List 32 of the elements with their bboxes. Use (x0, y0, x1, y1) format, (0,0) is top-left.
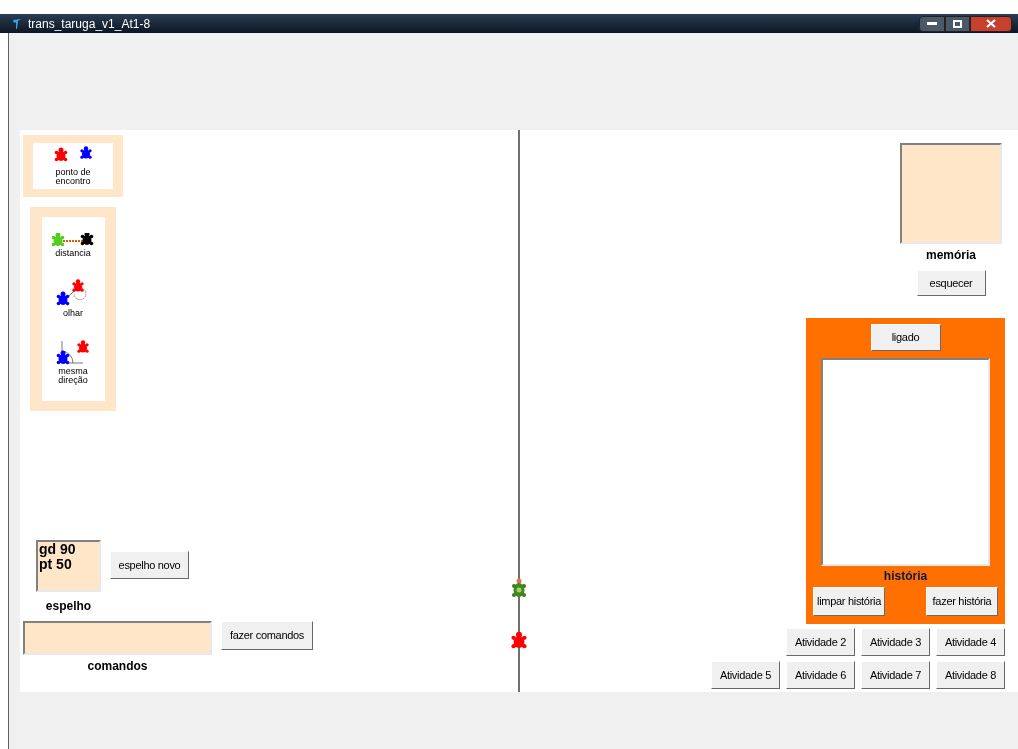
forget-button[interactable]: esquecer (916, 270, 986, 296)
history-action-button[interactable]: fazer história (926, 587, 998, 616)
activity-button[interactable]: Atividade 6 (786, 661, 855, 689)
history-field[interactable] (821, 358, 990, 566)
close-button[interactable] (970, 15, 1012, 32)
run-commands-button[interactable]: fazer comandos (221, 621, 313, 650)
close-icon (986, 19, 996, 28)
memory-label: memória (926, 247, 976, 264)
commands-label: comandos (87, 658, 148, 675)
turtle-icon (511, 578, 527, 600)
minimize-icon (927, 22, 937, 25)
activity-button[interactable]: Atividade 3 (861, 628, 930, 656)
maximize-icon (953, 19, 962, 28)
activity-button[interactable]: Atividade 7 (861, 661, 930, 689)
commands-field[interactable] (23, 621, 212, 655)
mirror-label: espelho (45, 598, 92, 615)
activity-button[interactable]: Atividade 8 (936, 661, 1005, 689)
maximize-button[interactable] (945, 15, 970, 32)
window-title: trans_taruga_v1_At1-8 (28, 15, 151, 33)
activity-button[interactable]: Atividade 4 (936, 628, 1005, 656)
new-mirror-button[interactable]: espelho novo (110, 551, 189, 579)
tool-button[interactable]: ponto de encontro (51, 146, 95, 186)
mirror-field[interactable]: gd 90 pt 50 (36, 540, 101, 592)
history-action-button[interactable]: limpar história (813, 587, 885, 616)
minimize-button[interactable] (919, 15, 945, 32)
turtle-icon (510, 631, 528, 651)
tool-button[interactable]: distancia (51, 233, 95, 259)
activity-button[interactable]: Atividade 2 (786, 628, 855, 656)
activity-button[interactable]: Atividade 5 (711, 661, 780, 689)
history-label: história (883, 568, 928, 585)
app-icon (12, 17, 22, 30)
toggle-button[interactable]: ligado (870, 324, 941, 351)
